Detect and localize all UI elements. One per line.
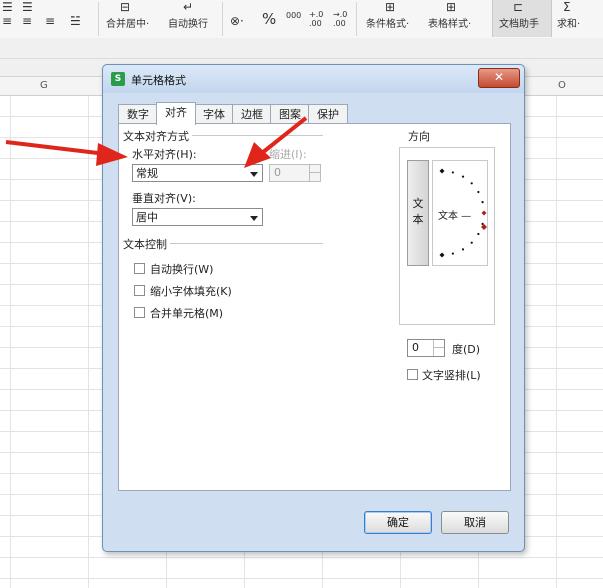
ribbon-divider [356, 2, 357, 36]
spin-down-icon [309, 173, 320, 181]
merge-cells-checkbox[interactable] [134, 307, 145, 318]
formula-bar-divider [0, 58, 603, 59]
tab-alignment[interactable]: 对齐 [156, 102, 196, 125]
dial-dot [451, 252, 454, 255]
dial-pointer [481, 224, 487, 230]
conditional-format-label: 条件格式 [366, 19, 406, 30]
distributed-align-icon[interactable]: ☱ [70, 14, 81, 28]
dial-dot [461, 175, 465, 178]
shrink-to-fit-checkbox[interactable] [134, 285, 145, 296]
dial-dot [470, 182, 473, 185]
decrease-decimal-button[interactable]: →.0 .00 [333, 10, 349, 28]
format-cells-dialog: S 单元格格式 ✕ 数字 对齐 字体 边框 图案 保护 文本对齐方式 水平对齐(… [102, 64, 525, 552]
merge-center-label: 合并居中 [106, 19, 146, 30]
orientation-title: 方向 [406, 128, 433, 144]
conditional-format-button[interactable]: 条件格式· [366, 15, 409, 30]
dialog-titlebar[interactable]: S 单元格格式 ✕ [103, 65, 524, 93]
dial-dot [461, 248, 465, 251]
dial-dot [481, 210, 487, 216]
chevron-down-icon [250, 216, 258, 221]
doc-assistant-icon: ⊏ [513, 0, 524, 14]
align-right-icon[interactable]: ≡ [22, 14, 32, 28]
degree-label: 度(D) [452, 343, 481, 356]
dial-dot [470, 241, 473, 244]
ok-button[interactable]: 确定 [364, 511, 432, 534]
vertical-align-select[interactable]: 居中 [132, 208, 263, 226]
vertical-text-button[interactable]: 文 本 [407, 160, 429, 266]
dial-dot [481, 222, 484, 225]
dial-dot [439, 252, 445, 258]
text-alignment-title: 文本对齐方式 [123, 128, 192, 144]
merge-center-icon: ⊟ [120, 0, 131, 14]
auto-wrap-icon: ↵ [183, 0, 194, 14]
dial-dot [481, 201, 484, 204]
percent-button[interactable]: % [262, 10, 276, 28]
horizontal-align-select[interactable]: 常规 [132, 164, 263, 182]
dial-dot [477, 232, 480, 236]
close-button[interactable]: ✕ [478, 68, 520, 88]
auto-wrap-checkbox[interactable] [134, 263, 145, 274]
degree-value: 0 [412, 341, 419, 354]
vertical-layout-label: 文字竖排(L) [422, 369, 481, 382]
cancel-button[interactable]: 取消 [441, 511, 509, 534]
currency-icon[interactable]: ⊗· [230, 14, 244, 28]
vertical-text-char: 文 [412, 197, 424, 210]
column-header-o[interactable]: O [558, 80, 566, 91]
chevron-down-icon [250, 172, 258, 177]
column-header-g[interactable]: G [40, 80, 48, 91]
thousands-separator-button[interactable]: 000 [286, 11, 301, 20]
alignment-panel: 文本对齐方式 水平对齐(H): 常规 缩进(I): 0 垂直对齐(V): 居中 … [118, 123, 511, 491]
auto-wrap-button[interactable]: 自动换行 [168, 15, 208, 30]
indent-spinner: 0 [269, 164, 321, 182]
dial-dot [439, 168, 445, 174]
dialog-title: 单元格格式 [131, 74, 186, 87]
vertical-layout-checkbox[interactable] [407, 369, 418, 380]
tab-font[interactable]: 字体 [194, 104, 234, 124]
doc-assistant-label: 文档助手 [499, 19, 539, 30]
align-center-icon[interactable]: ☰ [22, 0, 33, 14]
app-logo-icon: S [111, 72, 125, 86]
degree-spinner[interactable]: 0 [407, 339, 445, 357]
dial-dot [451, 171, 454, 174]
align-distribute-icon[interactable]: ≡ [45, 14, 55, 28]
ribbon-divider [98, 2, 99, 36]
horizontal-align-value: 常规 [136, 167, 158, 180]
conditional-format-icon: ⊞ [385, 0, 396, 14]
indent-value: 0 [274, 166, 281, 179]
text-control-title: 文本控制 [123, 236, 170, 252]
vertical-align-value: 居中 [136, 211, 158, 224]
dial-dot [477, 190, 480, 194]
tab-pattern[interactable]: 图案 [270, 104, 310, 124]
merge-center-button[interactable]: 合并居中· [106, 15, 149, 30]
ribbon-toolbar: ☰ ☰ ≡ ≡ ≡ ☱ ⊟ 合并居中· ↵ 自动换行 ⊗· % 000 +.0 … [0, 0, 603, 39]
shrink-to-fit-label: 缩小字体填充(K) [150, 285, 232, 298]
orientation-dial[interactable]: 文本 — [432, 160, 488, 266]
increase-decimal-button[interactable]: +.0 .00 [309, 10, 325, 28]
tab-number[interactable]: 数字 [118, 104, 158, 124]
tab-protection[interactable]: 保护 [308, 104, 348, 124]
vertical-align-label: 垂直对齐(V): [132, 192, 196, 205]
tab-border[interactable]: 边框 [232, 104, 272, 124]
dial-text: 文本 — [438, 211, 472, 222]
table-style-icon: ⊞ [446, 0, 457, 14]
vertical-text-char: 本 [412, 213, 424, 226]
spin-down-icon[interactable] [433, 348, 444, 356]
indent-label: 缩进(I): [269, 148, 307, 161]
ribbon-divider [222, 2, 223, 36]
align-left-icon[interactable]: ☰ [2, 0, 13, 14]
table-style-label: 表格样式 [428, 19, 468, 30]
align-justify-icon[interactable]: ≡ [2, 14, 12, 28]
spin-up-icon [309, 165, 320, 173]
horizontal-align-label: 水平对齐(H): [132, 148, 197, 161]
sum-icon: Σ [563, 0, 571, 14]
sum-button[interactable]: 求和· [557, 15, 580, 30]
merge-cells-label: 合并单元格(M) [150, 307, 224, 320]
sum-label: 求和 [557, 19, 577, 30]
table-style-button[interactable]: 表格样式· [428, 15, 471, 30]
doc-assistant-button[interactable]: ⊏ 文档助手 [492, 0, 552, 37]
spin-up-icon[interactable] [433, 340, 444, 348]
auto-wrap-label: 自动换行(W) [150, 263, 214, 276]
